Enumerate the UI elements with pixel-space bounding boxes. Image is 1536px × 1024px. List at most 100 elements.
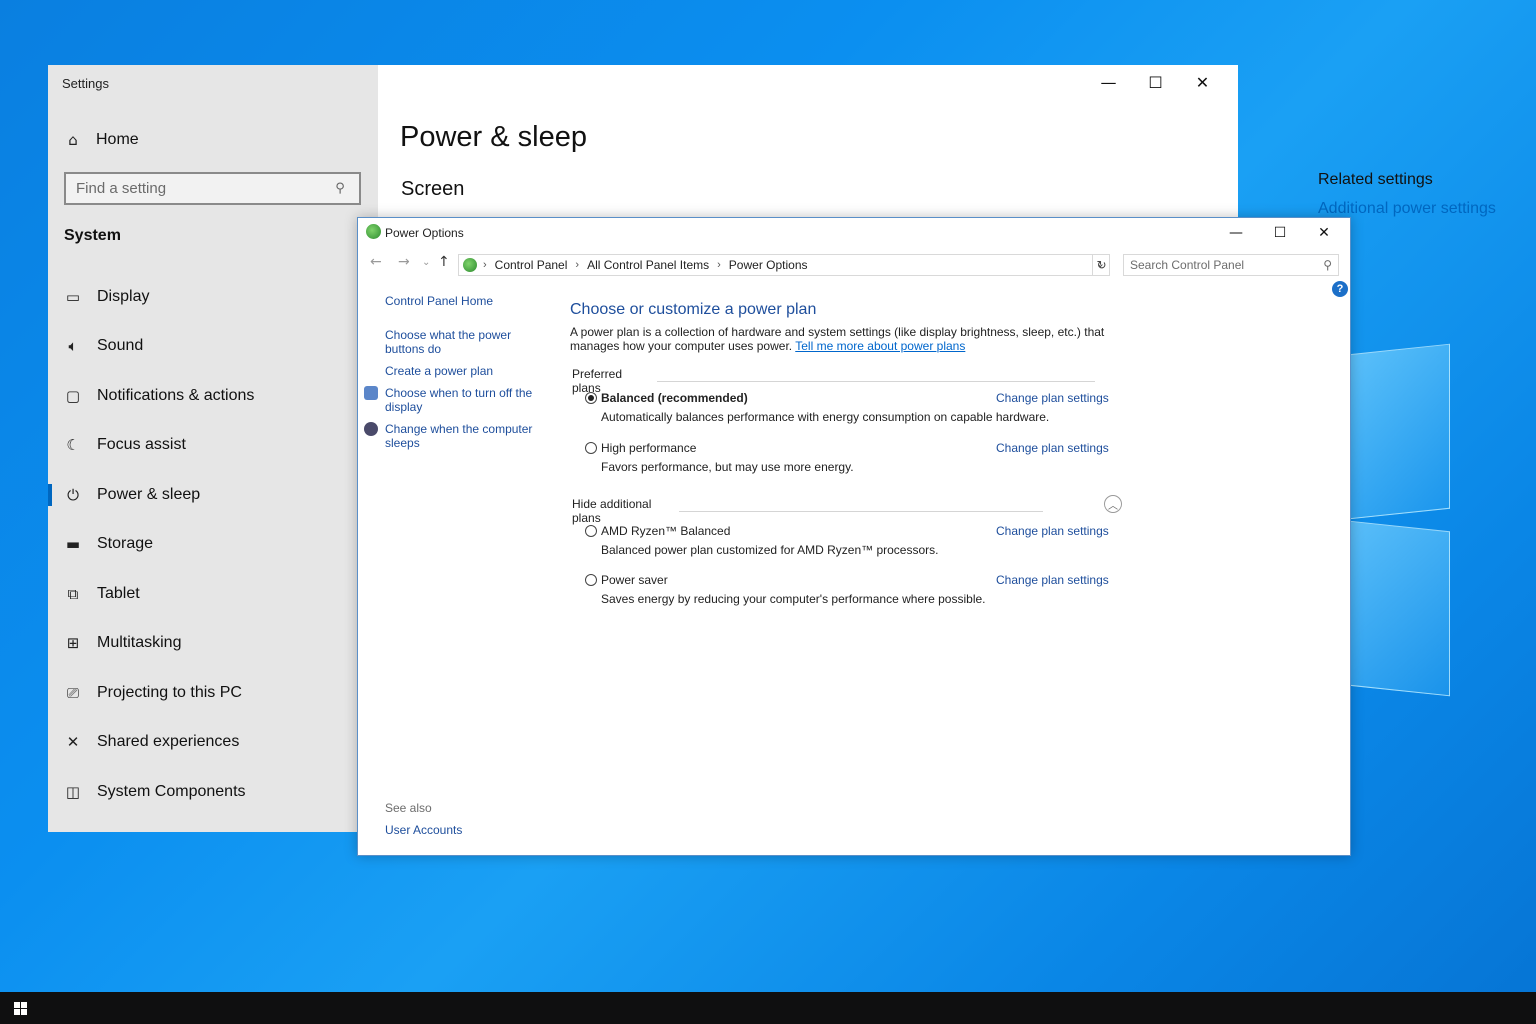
breadcrumb-item[interactable]: Control Panel: [495, 258, 568, 272]
back-arrow-icon[interactable]: ←: [370, 254, 382, 270]
help-icon[interactable]: ?: [1332, 281, 1348, 297]
hide-additional-plans-label[interactable]: Hide additional plans: [572, 497, 671, 525]
plan-description: Balanced power plan customized for AMD R…: [601, 543, 939, 557]
page-heading: Choose or customize a power plan: [570, 301, 817, 318]
nav-item-label: Shared experiences: [97, 733, 240, 750]
group-divider: [657, 380, 1096, 382]
nav-item-shared-experiences[interactable]: ✕ Shared experiences: [48, 718, 378, 766]
nav-item-storage[interactable]: ▬ Storage: [48, 520, 378, 568]
plan-amd-ryzen-balanced: AMD Ryzen™ Balanced Balanced power plan …: [585, 524, 1109, 557]
minimize-icon[interactable]: —: [1085, 71, 1132, 93]
turn-off-display-link[interactable]: Choose when to turn off the display: [385, 386, 535, 414]
page-description: A power plan is a collection of hardware…: [570, 325, 1130, 353]
power-icon: ⏻: [67, 486, 79, 504]
up-arrow-icon[interactable]: ↑: [438, 254, 450, 270]
multitasking-icon: ⊞: [66, 634, 80, 652]
create-power-plan-link[interactable]: Create a power plan: [385, 364, 493, 378]
storage-icon: ▬: [65, 535, 81, 553]
plan-high-performance: High performance Favors performance, but…: [585, 441, 1109, 474]
change-plan-settings-link[interactable]: Change plan settings: [996, 573, 1109, 587]
breadcrumb-item[interactable]: Power Options: [729, 258, 808, 272]
nav-item-projecting[interactable]: ⎚ Projecting to this PC: [48, 669, 378, 717]
power-buttons-link[interactable]: Choose what the power buttons do: [385, 328, 525, 356]
plan-name: AMD Ryzen™ Balanced: [601, 524, 731, 538]
nav-item-label: Notifications & actions: [97, 387, 255, 404]
nav-item-label: Focus assist: [97, 436, 186, 453]
home-label: Home: [96, 131, 139, 148]
forward-arrow-icon[interactable]: →: [398, 254, 410, 270]
search-control-panel-placeholder: Search Control Panel: [1130, 258, 1245, 272]
control-panel-icon: [463, 258, 477, 272]
find-setting-search[interactable]: Find a setting ⚲: [64, 172, 361, 205]
plan-name: Power saver: [601, 573, 668, 587]
plan-power-saver: Power saver Saves energy by reducing you…: [585, 573, 1109, 606]
collapse-chevron-icon[interactable]: ︿: [1104, 495, 1122, 513]
windows-start-icon: [13, 1001, 27, 1015]
minimize-icon[interactable]: —: [1214, 222, 1258, 244]
close-icon[interactable]: ✕: [1179, 71, 1226, 93]
nav-item-power-sleep[interactable]: ⏻ Power & sleep: [48, 471, 378, 519]
change-plan-settings-link[interactable]: Change plan settings: [996, 391, 1109, 405]
settings-window-controls: — ☐ ✕: [1085, 71, 1226, 93]
nav-item-tablet[interactable]: ⧉ Tablet: [48, 570, 378, 618]
breadcrumb-chevron-icon: ›: [483, 259, 487, 271]
power-options-title: Power Options: [385, 226, 464, 240]
refresh-icon[interactable]: ↻: [1092, 254, 1110, 276]
maximize-icon[interactable]: ☐: [1132, 71, 1179, 93]
projector-icon: ⎚: [66, 684, 79, 702]
nav-item-notifications[interactable]: ▢ Notifications & actions: [48, 372, 378, 420]
change-plan-settings-link[interactable]: Change plan settings: [996, 524, 1109, 538]
screen-section-title: Screen: [401, 178, 465, 200]
nav-item-label: Display: [97, 288, 150, 305]
plan-description: Automatically balances performance with …: [601, 410, 1050, 424]
home-nav-item[interactable]: ⌂ Home: [64, 131, 139, 149]
nav-item-label: Projecting to this PC: [97, 684, 242, 701]
nav-item-label: Sound: [97, 337, 144, 354]
learn-more-link[interactable]: Tell me more about power plans: [795, 339, 965, 353]
breadcrumb-item[interactable]: All Control Panel Items: [587, 258, 709, 272]
nav-item-display[interactable]: ▭ Display: [48, 273, 378, 321]
close-icon[interactable]: ✕: [1302, 222, 1346, 244]
breadcrumb[interactable]: › Control Panel › All Control Panel Item…: [458, 254, 1110, 276]
computer-sleeps-link[interactable]: Change when the computer sleeps: [385, 422, 535, 450]
hide-additional-plans-group: Hide additional plans: [572, 497, 1044, 525]
nav-item-sound[interactable]: 🔈︎ Sound: [48, 322, 378, 370]
additional-power-settings-link[interactable]: Additional power settings: [1318, 200, 1496, 218]
recent-locations-icon[interactable]: ⌄: [422, 257, 430, 268]
find-setting-placeholder: Find a setting: [76, 180, 167, 197]
power-options-window: Power Options — ☐ ✕ ← → ⌄ ↑ › Control Pa…: [357, 217, 1351, 856]
control-panel-home-link[interactable]: Control Panel Home: [385, 294, 493, 308]
change-plan-settings-link[interactable]: Change plan settings: [996, 441, 1109, 455]
nav-item-focus-assist[interactable]: ☾ Focus assist: [48, 421, 378, 469]
group-divider: [678, 510, 1044, 512]
plan-description: Saves energy by reducing your computer's…: [601, 592, 986, 606]
start-button[interactable]: [0, 992, 40, 1024]
plan-radio[interactable]: [585, 442, 597, 454]
nav-item-label: Multitasking: [97, 634, 182, 651]
plan-radio[interactable]: [585, 574, 597, 586]
nav-item-system-components[interactable]: ◫ System Components: [48, 768, 378, 816]
tablet-icon: ⧉: [67, 585, 79, 603]
nav-item-label: Tablet: [97, 585, 140, 602]
plan-radio-selected[interactable]: [585, 392, 597, 404]
nav-item-multitasking[interactable]: ⊞ Multitasking: [48, 619, 378, 667]
power-options-window-controls: — ☐ ✕: [1214, 222, 1346, 244]
maximize-icon[interactable]: ☐: [1258, 222, 1302, 244]
nav-item-label: System Components: [97, 783, 246, 800]
power-options-app-icon: [366, 224, 381, 239]
breadcrumb-chevron-icon: ›: [575, 259, 580, 271]
plan-radio[interactable]: [585, 525, 597, 537]
shared-icon: ✕: [66, 733, 80, 751]
settings-sidebar: Settings ⌂ Home Find a setting ⚲ System …: [48, 65, 378, 832]
plan-name: Balanced (recommended): [601, 391, 748, 405]
plan-description: Favors performance, but may use more ene…: [601, 460, 854, 474]
nav-item-label: Storage: [97, 535, 154, 552]
power-options-titlebar: Power Options — ☐ ✕: [358, 218, 1350, 248]
plan-name: High performance: [601, 441, 697, 455]
system-section-heading: System: [64, 227, 121, 244]
page-title: Power & sleep: [400, 121, 587, 153]
search-icon: ⚲: [335, 181, 345, 196]
search-icon: ⚲: [1323, 258, 1332, 272]
search-control-panel-input[interactable]: Search Control Panel ⚲: [1123, 254, 1339, 276]
user-accounts-link[interactable]: User Accounts: [385, 823, 462, 837]
